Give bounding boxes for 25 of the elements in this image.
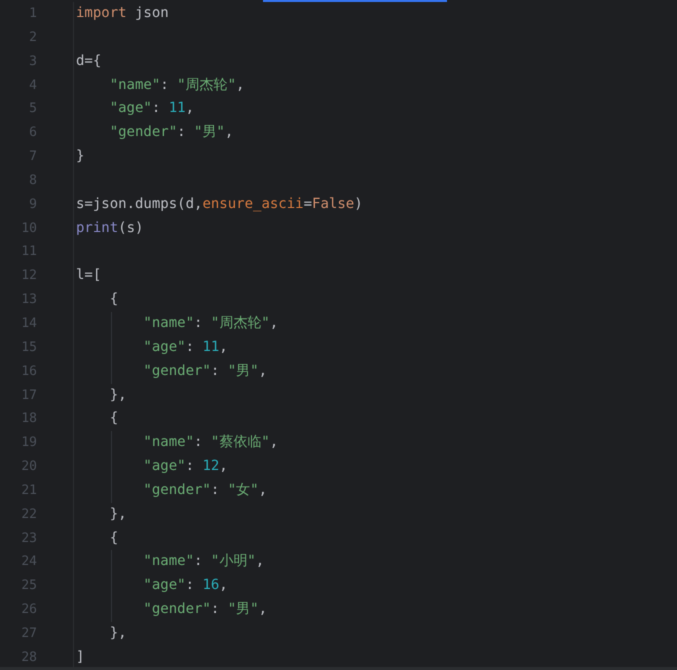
code-line: l=[	[76, 267, 102, 284]
code-line: print(s)	[76, 220, 144, 236]
code-line: {	[110, 291, 118, 308]
code-line: {	[110, 410, 118, 426]
code-line: "name": "蔡依临",	[143, 434, 278, 450]
code-line: {	[110, 530, 118, 546]
code-line: },	[110, 624, 127, 641]
code-line: "gender": "男",	[143, 362, 268, 379]
code-line: ]	[76, 648, 84, 665]
code-line: }	[76, 148, 84, 164]
code-line: },	[110, 506, 127, 522]
code-line: "gender": "女",	[143, 482, 268, 498]
code-line: "name": "周杰轮",	[143, 314, 278, 331]
code-line: "gender": "男",	[143, 601, 268, 618]
code-line: s=json.dumps(d,ensure_ascii=False)	[76, 196, 363, 212]
code-line: "age": 11,	[143, 338, 228, 355]
code-line: "age": 12,	[143, 458, 228, 474]
code-line: },	[110, 386, 127, 402]
code-line: "age": 11,	[110, 100, 194, 116]
code-line: "name": "周杰轮",	[110, 76, 244, 93]
code-line: import json	[76, 5, 169, 21]
code-line: d={	[76, 52, 102, 69]
code-line: "age": 16,	[143, 577, 228, 594]
code-line: "name": "小明",	[143, 553, 264, 570]
code-line: "gender": "男",	[110, 124, 234, 140]
